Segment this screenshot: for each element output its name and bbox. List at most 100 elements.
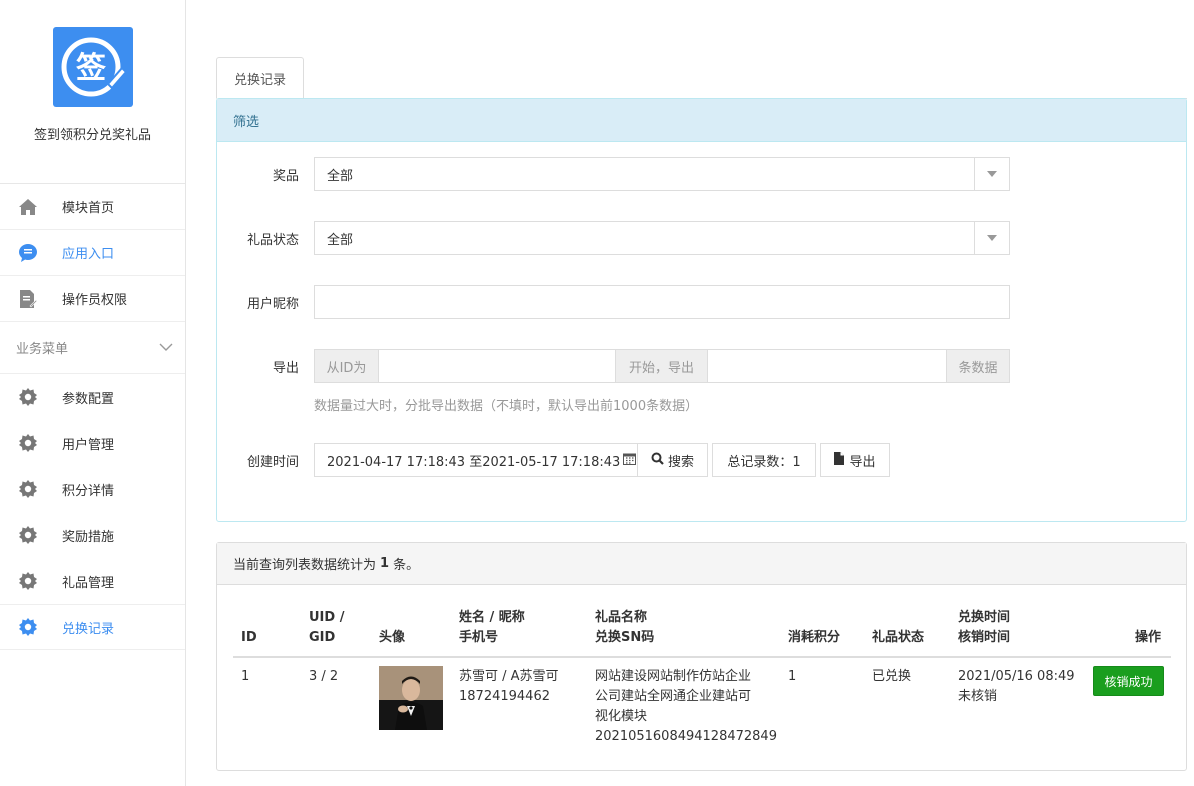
date-range-input[interactable]: 2021-04-17 17:18:43 至2021-05-17 17:18:43 bbox=[314, 443, 639, 477]
header-time-line1: 兑换时间 bbox=[958, 610, 1011, 625]
gift-status-label: 礼品状态 bbox=[246, 232, 299, 248]
menu-item-app-entry[interactable]: 应用入口 bbox=[0, 230, 185, 276]
row-uid-gid: 3 / 2 bbox=[309, 669, 339, 684]
summary-prefix: 当前查询列表数据统计为 bbox=[233, 558, 377, 573]
gift-status-row: 礼品状态 bbox=[217, 221, 299, 255]
row-name: 苏雪可 / A苏雪可 bbox=[459, 669, 559, 684]
menu-item-label: 奖励措施 bbox=[62, 529, 115, 545]
export-button-label: 导出 bbox=[849, 454, 876, 470]
document-edit-icon bbox=[17, 288, 39, 310]
home-icon bbox=[17, 196, 39, 218]
header-name-line1: 姓名 / 昵称 bbox=[459, 610, 525, 625]
gear-icon bbox=[17, 386, 39, 408]
summary-count: 1 bbox=[380, 556, 390, 571]
search-icon bbox=[651, 452, 664, 469]
prize-select[interactable]: 全部 bbox=[314, 157, 1010, 191]
verify-success-button[interactable]: 核销成功 bbox=[1093, 666, 1164, 696]
menu-item-rewards[interactable]: 奖励措施 bbox=[0, 512, 185, 558]
row-gift-line1: 网站建设网站制作仿站企业 bbox=[595, 669, 752, 684]
caret-down-icon bbox=[974, 158, 1009, 190]
created-time-row: 创建时间 bbox=[217, 443, 299, 477]
menu-item-label: 应用入口 bbox=[62, 247, 115, 262]
gear-icon bbox=[17, 478, 39, 500]
caret-down-icon bbox=[974, 222, 1009, 254]
header-uid: UID / GID bbox=[309, 608, 344, 648]
filter-panel: 筛选 奖品 全部 礼品状态 全部 用户昵称 导出 从ID为 开始，导出 条数据 … bbox=[216, 98, 1187, 522]
export-count-input[interactable] bbox=[707, 349, 947, 383]
menu-item-label: 礼品管理 bbox=[62, 575, 115, 591]
export-from-id-addon: 从ID为 bbox=[314, 349, 379, 383]
menu-item-operator-permissions[interactable]: 操作员权限 bbox=[0, 276, 185, 322]
menu-item-label: 操作员权限 bbox=[62, 293, 128, 308]
gear-icon bbox=[17, 616, 39, 638]
gift-status-select[interactable]: 全部 bbox=[314, 221, 1010, 255]
row-times: 2021/05/16 08:49 未核销 bbox=[958, 667, 1075, 707]
menu-item-users[interactable]: 用户管理 bbox=[0, 420, 185, 466]
export-row: 导出 bbox=[217, 349, 299, 383]
row-points: 1 bbox=[788, 669, 797, 684]
menu-item-label: 积分详情 bbox=[62, 483, 115, 499]
tab-exchange-records[interactable]: 兑换记录 bbox=[216, 57, 304, 99]
export-middle-addon: 开始，导出 bbox=[615, 349, 708, 383]
user-avatar bbox=[379, 666, 443, 730]
export-start-id-input[interactable] bbox=[378, 349, 616, 383]
row-gift: 网站建设网站制作仿站企业 公司建站全网通企业建站可 视化模块 202105160… bbox=[595, 667, 785, 747]
gear-icon bbox=[17, 524, 39, 546]
nickname-row: 用户昵称 bbox=[217, 285, 299, 319]
header-time-line2: 核销时间 bbox=[958, 630, 1011, 645]
header-time: 兑换时间 核销时间 bbox=[958, 608, 1010, 648]
header-gift-line2: 兑换SN码 bbox=[595, 630, 655, 645]
export-button[interactable]: 导出 bbox=[820, 443, 890, 477]
table-header-divider bbox=[233, 656, 1171, 658]
export-suffix-addon: 条数据 bbox=[946, 349, 1010, 383]
menu-item-label: 用户管理 bbox=[62, 437, 115, 453]
gift-status-select-value: 全部 bbox=[327, 232, 354, 248]
export-label: 导出 bbox=[272, 360, 299, 376]
search-button-label: 搜索 bbox=[667, 454, 694, 470]
header-uid-line1: UID / bbox=[309, 610, 345, 625]
header-status: 礼品状态 bbox=[872, 630, 925, 645]
prize-select-value: 全部 bbox=[327, 168, 354, 184]
search-button[interactable]: 搜索 bbox=[637, 443, 708, 477]
row-sn-code: 20210516084941284728​49 bbox=[595, 729, 777, 744]
group-title: 业务菜单 bbox=[16, 342, 69, 357]
menu-item-params[interactable]: 参数配置 bbox=[0, 374, 185, 420]
header-gift-line1: 礼品名称 bbox=[595, 610, 648, 625]
menu-item-gifts[interactable]: 礼品管理 bbox=[0, 558, 185, 604]
header-id: ID bbox=[241, 630, 257, 645]
business-menu-group[interactable]: 业务菜单 bbox=[0, 322, 185, 374]
filter-panel-title: 筛选 bbox=[217, 99, 1186, 142]
prize-label: 奖品 bbox=[272, 168, 299, 184]
nickname-input[interactable] bbox=[314, 285, 1010, 319]
row-gift-line2: 公司建站全网通企业建站可 bbox=[595, 689, 752, 704]
app-header: 签 签到领积分兑奖礼品 bbox=[0, 27, 185, 184]
header-uid-line2: GID bbox=[309, 630, 336, 645]
header-points: 消耗积分 bbox=[788, 630, 841, 645]
gear-icon bbox=[17, 570, 39, 592]
prize-row: 奖品 bbox=[217, 157, 299, 191]
tab-bar: 兑换记录 bbox=[216, 57, 1187, 99]
row-verify-time: 未核销 bbox=[958, 689, 998, 704]
menu-item-points[interactable]: 积分详情 bbox=[0, 466, 185, 512]
header-gift: 礼品名称 兑换SN码 bbox=[595, 608, 654, 648]
header-name: 姓名 / 昵称 手机号 bbox=[459, 608, 525, 648]
summary-suffix: 条。 bbox=[393, 558, 420, 573]
results-summary: 当前查询列表数据统计为 1 条。 bbox=[217, 543, 1186, 585]
row-phone: 18724194462 bbox=[459, 689, 550, 704]
app-name: 签到领积分兑奖礼品 bbox=[33, 128, 151, 143]
file-icon bbox=[834, 451, 845, 469]
menu-item-exchange-records[interactable]: 兑换记录 bbox=[0, 604, 185, 650]
header-name-line2: 手机号 bbox=[459, 630, 499, 645]
row-status: 已兑换 bbox=[872, 669, 912, 684]
menu-item-label: 模块首页 bbox=[62, 201, 115, 216]
app-logo: 签 bbox=[52, 27, 133, 107]
row-gift-line3: 视化模块 bbox=[595, 709, 648, 724]
menu-item-label: 兑换记录 bbox=[62, 621, 115, 637]
date-range-value: 2021-04-17 17:18:43 至2021-05-17 17:18:43 bbox=[327, 454, 621, 470]
menu-item-home[interactable]: 模块首页 bbox=[0, 184, 185, 230]
chevron-down-icon bbox=[159, 340, 173, 355]
header-action: 操作 bbox=[1135, 630, 1162, 645]
nickname-label: 用户昵称 bbox=[246, 296, 299, 312]
total-records-badge: 总记录数：1 bbox=[712, 443, 816, 477]
created-time-label: 创建时间 bbox=[246, 454, 299, 470]
